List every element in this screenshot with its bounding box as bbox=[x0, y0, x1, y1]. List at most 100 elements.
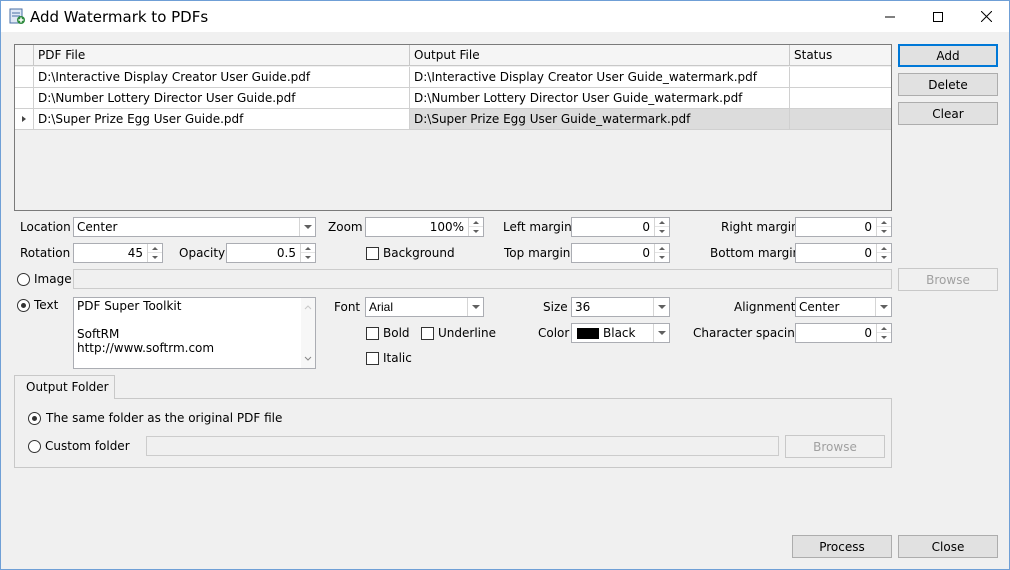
image-radio[interactable] bbox=[17, 273, 30, 286]
color-label: Color bbox=[538, 326, 570, 340]
minimize-button[interactable] bbox=[867, 1, 913, 32]
right-margin-spinbox[interactable]: 0 bbox=[795, 217, 892, 237]
alignment-dropdown-button[interactable] bbox=[875, 298, 891, 316]
cell-pdf-file[interactable]: D:\Interactive Display Creator User Guid… bbox=[34, 67, 410, 87]
bottom-margin-spinbox[interactable]: 0 bbox=[795, 243, 892, 263]
same-folder-radio[interactable] bbox=[28, 412, 41, 425]
spin-down-icon[interactable] bbox=[301, 253, 315, 262]
spin-down-icon[interactable] bbox=[469, 227, 483, 236]
top-margin-label: Top margin bbox=[504, 246, 571, 260]
character-spacing-spinbox[interactable]: 0 bbox=[795, 323, 892, 343]
cell-output-file[interactable]: D:\Interactive Display Creator User Guid… bbox=[410, 67, 790, 87]
cell-pdf-file[interactable]: D:\Number Lottery Director User Guide.pd… bbox=[34, 88, 410, 108]
rotation-spinbox[interactable]: 45 bbox=[73, 243, 163, 263]
spin-up-icon[interactable] bbox=[877, 218, 891, 227]
spin-down-icon[interactable] bbox=[655, 227, 669, 236]
pdf-watermark-app-icon bbox=[9, 8, 25, 24]
custom-folder-browse-button[interactable]: Browse bbox=[785, 435, 885, 458]
italic-label: Italic bbox=[383, 351, 412, 365]
alignment-select[interactable]: Center bbox=[795, 297, 892, 317]
scroll-arrows-icon bbox=[304, 305, 312, 361]
rotation-spinner[interactable] bbox=[147, 244, 162, 262]
top-margin-spinner[interactable] bbox=[654, 244, 669, 262]
process-button[interactable]: Process bbox=[792, 535, 892, 558]
cell-status[interactable] bbox=[790, 88, 891, 108]
bold-checkbox[interactable] bbox=[366, 327, 379, 340]
spin-up-icon[interactable] bbox=[148, 244, 162, 253]
same-folder-label: The same folder as the original PDF file bbox=[46, 411, 283, 425]
background-checkbox[interactable] bbox=[366, 247, 379, 260]
text-radio[interactable] bbox=[17, 299, 30, 312]
character-spacing-value: 0 bbox=[864, 326, 872, 340]
image-browse-button[interactable]: Browse bbox=[898, 268, 998, 291]
font-dropdown-button[interactable] bbox=[467, 298, 483, 316]
spin-up-icon[interactable] bbox=[301, 244, 315, 253]
italic-checkbox[interactable] bbox=[366, 352, 379, 365]
spin-down-icon[interactable] bbox=[877, 253, 891, 262]
bottom-margin-label: Bottom margin bbox=[710, 246, 801, 260]
spin-up-icon[interactable] bbox=[877, 244, 891, 253]
column-header-status[interactable]: Status bbox=[790, 45, 891, 66]
location-value: Center bbox=[77, 220, 118, 234]
right-margin-spinner[interactable] bbox=[876, 218, 891, 236]
left-margin-spinner[interactable] bbox=[654, 218, 669, 236]
watermark-text-area[interactable]: PDF Super Toolkit SoftRM http://www.soft… bbox=[73, 297, 316, 369]
file-grid[interactable]: PDF File Output File Status D:\Interacti… bbox=[14, 44, 892, 211]
bottom-margin-spinner[interactable] bbox=[876, 244, 891, 262]
cell-status[interactable] bbox=[790, 109, 891, 129]
title-bar: Add Watermark to PDFs bbox=[1, 1, 1009, 32]
left-margin-label: Left margin bbox=[503, 220, 572, 234]
font-select[interactable]: Arial bbox=[365, 297, 484, 317]
zoom-spinner[interactable] bbox=[468, 218, 483, 236]
spin-down-icon[interactable] bbox=[877, 333, 891, 342]
size-dropdown-button[interactable] bbox=[653, 298, 669, 316]
color-dropdown-button[interactable] bbox=[653, 324, 669, 342]
chevron-down-icon bbox=[879, 305, 888, 309]
color-select[interactable]: Black bbox=[571, 323, 670, 343]
spin-up-icon[interactable] bbox=[469, 218, 483, 227]
minimize-icon bbox=[885, 16, 895, 17]
table-row[interactable]: D:\Number Lottery Director User Guide.pd… bbox=[15, 88, 891, 109]
size-label: Size bbox=[543, 300, 568, 314]
chevron-down-icon bbox=[657, 331, 666, 335]
underline-checkbox[interactable] bbox=[421, 327, 434, 340]
spin-up-icon[interactable] bbox=[655, 218, 669, 227]
cell-pdf-file[interactable]: D:\Super Prize Egg User Guide.pdf bbox=[34, 109, 410, 129]
spin-down-icon[interactable] bbox=[655, 253, 669, 262]
delete-button[interactable]: Delete bbox=[898, 73, 998, 96]
zoom-spinbox[interactable]: 100% bbox=[365, 217, 484, 237]
character-spacing-spinner[interactable] bbox=[876, 324, 891, 342]
location-dropdown-button[interactable] bbox=[299, 218, 315, 236]
tab-output-folder[interactable]: Output Folder bbox=[14, 375, 115, 399]
table-row[interactable]: D:\Super Prize Egg User Guide.pdf D:\Sup… bbox=[15, 109, 891, 130]
custom-folder-input[interactable] bbox=[146, 436, 779, 456]
image-path-input[interactable] bbox=[73, 269, 892, 289]
row-selector[interactable] bbox=[15, 88, 34, 108]
spin-up-icon[interactable] bbox=[877, 324, 891, 333]
close-button[interactable]: Close bbox=[898, 535, 998, 558]
row-selector[interactable] bbox=[15, 67, 34, 87]
text-scrollbar[interactable] bbox=[301, 298, 315, 368]
column-header-pdf-file[interactable]: PDF File bbox=[34, 45, 410, 66]
custom-folder-radio[interactable] bbox=[28, 440, 41, 453]
maximize-button[interactable] bbox=[915, 1, 961, 32]
clear-button[interactable]: Clear bbox=[898, 102, 998, 125]
close-window-button[interactable] bbox=[963, 1, 1009, 32]
location-select[interactable]: Center bbox=[73, 217, 316, 237]
cell-status[interactable] bbox=[790, 67, 891, 87]
top-margin-spinbox[interactable]: 0 bbox=[571, 243, 670, 263]
opacity-spinner[interactable] bbox=[300, 244, 315, 262]
size-select[interactable]: 36 bbox=[571, 297, 670, 317]
bottom-margin-value: 0 bbox=[864, 246, 872, 260]
spin-down-icon[interactable] bbox=[877, 227, 891, 236]
table-row[interactable]: D:\Interactive Display Creator User Guid… bbox=[15, 67, 891, 88]
row-selector[interactable] bbox=[15, 109, 34, 129]
opacity-spinbox[interactable]: 0.5 bbox=[226, 243, 316, 263]
left-margin-spinbox[interactable]: 0 bbox=[571, 217, 670, 237]
cell-output-file[interactable]: D:\Super Prize Egg User Guide_watermark.… bbox=[410, 109, 790, 129]
spin-up-icon[interactable] bbox=[655, 244, 669, 253]
cell-output-file[interactable]: D:\Number Lottery Director User Guide_wa… bbox=[410, 88, 790, 108]
add-button[interactable]: Add bbox=[898, 44, 998, 67]
column-header-output-file[interactable]: Output File bbox=[410, 45, 790, 66]
spin-down-icon[interactable] bbox=[148, 253, 162, 262]
